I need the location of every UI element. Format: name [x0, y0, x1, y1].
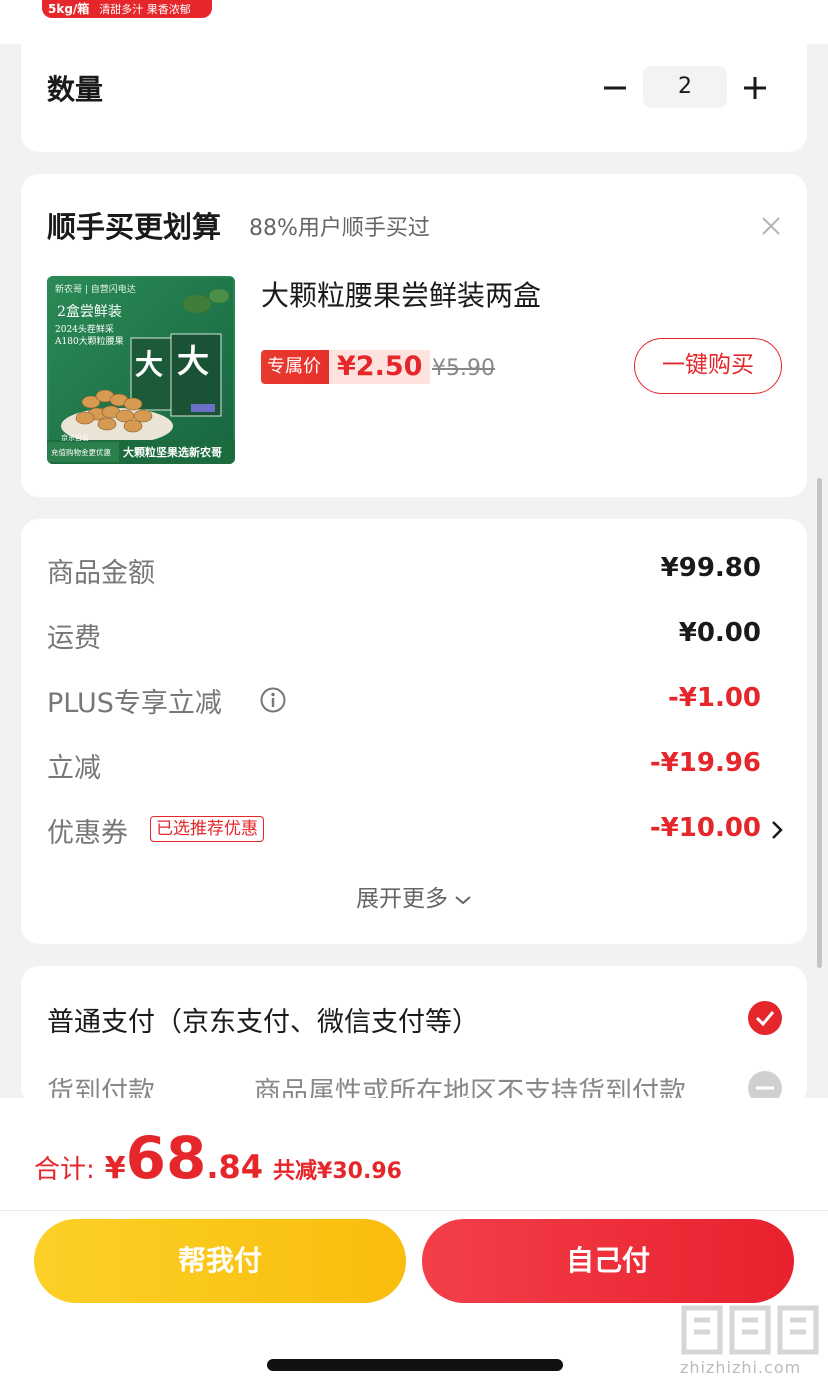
product-image-line2: 2024头茬鲜采	[55, 323, 114, 335]
product-image-line3: A180大颗粒腰果	[54, 335, 124, 347]
product-footer-left: 充值购物金更优惠	[51, 447, 111, 457]
total-integer: 68	[125, 1124, 207, 1192]
banner-slogan: 清甜多汁 果香浓郁	[99, 3, 191, 16]
help-me-pay-button[interactable]: 帮我付	[34, 1219, 406, 1303]
order-summary-card: 商品金额 ¥99.80 运费 ¥0.00 PLUS专享立减 -¥1.00 立减 …	[21, 519, 807, 944]
plus-icon	[744, 77, 766, 99]
exclusive-price-label: 专属价	[261, 350, 329, 384]
close-icon[interactable]	[757, 212, 785, 240]
home-indicator[interactable]	[267, 1359, 563, 1371]
quantity-card: 数量 2	[21, 44, 807, 152]
summary-label: PLUS专享立减	[47, 688, 222, 719]
divider	[0, 1210, 828, 1211]
product-image-line1: 2盒尝鲜装	[57, 303, 122, 320]
chevron-down-icon	[455, 895, 471, 904]
quantity-input[interactable]: 2	[643, 66, 727, 108]
summary-value: -¥19.96	[649, 748, 761, 778]
coupon-badge: 已选推荐优惠	[150, 816, 264, 842]
summary-row-instant-discount: 立减 -¥19.96	[47, 746, 787, 786]
total-decimal: .84	[206, 1148, 264, 1186]
addon-subtitle: 88%用户顺手买过	[249, 216, 430, 241]
summary-label: 立减	[47, 753, 101, 784]
order-total: 合计: ¥ 68 .84 共减¥30.96	[34, 1124, 402, 1192]
original-price: ¥5.90	[432, 356, 495, 381]
summary-label: 优惠券	[47, 818, 128, 849]
promo-banner-chip: 5kg/箱 清甜多汁 果香浓郁	[42, 0, 212, 18]
summary-row-goods-amount: 商品金额 ¥99.80	[47, 551, 787, 591]
expand-more-button[interactable]: 展开更多	[21, 879, 807, 913]
banner-weight: 5kg/箱	[48, 2, 90, 16]
total-currency: ¥	[104, 1151, 126, 1186]
product-small-text: 京东自营	[61, 433, 89, 442]
chevron-right-icon[interactable]	[767, 817, 787, 843]
product-image[interactable]: 新农哥 | 自营闪电达 2盒尝鲜装 2024头茬鲜采 A180大颗粒腰果 大 大	[47, 276, 235, 464]
payment-method-card: 普通支付（京东支付、微信支付等） 货到付款 商品属性或所在地区不支持货到付款	[21, 966, 807, 1108]
scrollbar[interactable]	[817, 478, 822, 968]
product-footer-right: 大颗粒坚果选新农哥	[123, 445, 222, 459]
product-box-char2: 大	[177, 342, 209, 380]
summary-value: ¥99.80	[660, 553, 761, 583]
product-name[interactable]: 大颗粒腰果尝鲜装两盒	[261, 274, 541, 314]
quantity-label: 数量	[47, 73, 104, 106]
addon-title: 顺手买更划算	[47, 210, 222, 244]
summary-label: 商品金额	[47, 558, 155, 589]
watermark-text: zhizhizhi.com	[680, 1358, 802, 1377]
exclusive-price-tag: 专属价 ¥2.50	[261, 350, 431, 384]
summary-value: ¥0.00	[678, 618, 761, 648]
product-brand-text: 新农哥 | 自营闪电达	[55, 283, 136, 295]
pay-myself-button[interactable]: 自己付	[422, 1219, 794, 1303]
total-saved: 共减¥30.96	[273, 1159, 402, 1184]
exclusive-price-value: ¥2.50	[329, 350, 431, 384]
top-strip: 5kg/箱 清甜多汁 果香浓郁	[0, 0, 828, 44]
product-box-char1: 大	[135, 348, 163, 381]
decrease-quantity-button[interactable]	[593, 66, 637, 110]
info-icon[interactable]	[259, 686, 287, 714]
payment-option-normal[interactable]: 普通支付（京东支付、微信支付等）	[47, 1000, 479, 1039]
minus-icon	[604, 86, 626, 90]
check-circle-icon[interactable]	[747, 1000, 783, 1036]
summary-row-coupon[interactable]: 优惠券 已选推荐优惠 -¥10.00	[47, 811, 787, 851]
addon-recommendation-card: 顺手买更划算 88%用户顺手买过 新农哥 | 自营闪电达 2盒尝鲜装 2024头…	[21, 174, 807, 497]
increase-quantity-button[interactable]	[733, 66, 777, 110]
summary-label: 运费	[47, 623, 101, 654]
summary-value: -¥10.00	[649, 813, 761, 843]
expand-more-label: 展开更多	[356, 886, 448, 912]
summary-row-shipping: 运费 ¥0.00	[47, 616, 787, 656]
summary-value: -¥1.00	[667, 683, 761, 713]
summary-row-plus-discount: PLUS专享立减 -¥1.00	[47, 681, 787, 721]
total-label: 合计:	[34, 1155, 95, 1185]
one-click-buy-button[interactable]: 一键购买	[634, 338, 782, 394]
